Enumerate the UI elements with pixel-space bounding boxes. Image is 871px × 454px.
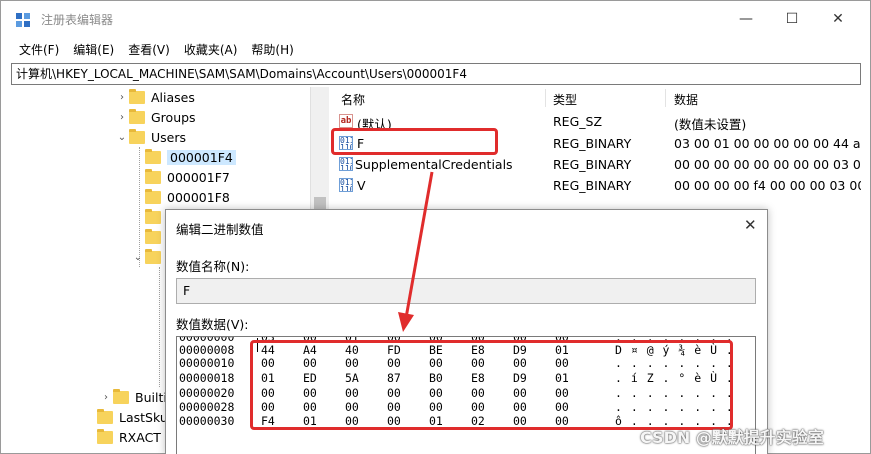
tree-item-label: Users (151, 129, 187, 145)
value-type: REG_SZ (553, 114, 603, 129)
hex-offset: 00000010 (179, 356, 235, 370)
folder-icon (129, 108, 145, 124)
column-header-data[interactable]: 数据 (674, 91, 698, 108)
folder-icon (145, 228, 161, 244)
value-data: (数值未设置) (674, 117, 747, 132)
column-divider[interactable] (545, 89, 546, 107)
tree-item-label: 000001F8 (167, 189, 230, 205)
tree-item-lastsku[interactable]: LastSku (83, 407, 168, 427)
tree-item-000001f7[interactable]: 000001F7 (131, 167, 230, 187)
address-bar[interactable]: 计算机\HKEY_LOCAL_MACHINE\SAM\SAM\Domains\A… (11, 63, 861, 85)
tree-item-hidden[interactable] (131, 207, 167, 227)
folder-icon (113, 388, 129, 404)
tree-item-000001f8[interactable]: 000001F8 (131, 187, 230, 207)
annotation-box-f-row (331, 128, 498, 155)
annotation-box-hex-data (250, 340, 733, 430)
hex-offset: 00000018 (179, 371, 235, 385)
tree-item-label: 000001F7 (167, 169, 230, 185)
value-type: REG_BINARY (553, 178, 632, 193)
tree-item-aliases[interactable]: › Aliases (115, 87, 195, 107)
tree-item-label: Builti (135, 389, 167, 405)
tree-scrollbar[interactable] (310, 87, 329, 217)
hex-offset: 00000030 (179, 414, 235, 428)
menu-help[interactable]: 帮助(H) (251, 39, 293, 61)
column-divider[interactable] (665, 89, 666, 107)
registry-app-icon (16, 13, 30, 27)
tree-item-builtin[interactable]: › Builti (99, 387, 167, 407)
binary-value-icon: 011110 (339, 178, 353, 192)
maximize-icon: ☐ (785, 11, 799, 27)
watermark: CSDN @默默提升实验室 (640, 428, 824, 447)
hex-offset: 00000028 (179, 400, 235, 414)
menu-bar: 文件(F) 编辑(E) 查看(V) 收藏夹(A) 帮助(H) (1, 39, 870, 61)
window-title: 注册表编辑器 (41, 13, 114, 27)
tree-item-groups[interactable]: › Groups (115, 107, 196, 127)
tree-item-hidden[interactable] (131, 227, 167, 247)
menu-view[interactable]: 查看(V) (128, 39, 170, 61)
string-value-icon: ab (339, 114, 353, 128)
tree-guide-line (159, 267, 160, 387)
tree-item-hidden[interactable]: ⌄ (131, 247, 167, 267)
chevron-right-icon[interactable]: › (115, 112, 129, 123)
value-data: 00 00 00 00 f4 00 00 00 03 00 0 (674, 178, 861, 193)
close-button[interactable]: ✕ (815, 1, 861, 37)
value-type: REG_BINARY (553, 157, 632, 172)
folder-icon (97, 428, 113, 444)
value-data-label: 数值数据(V): (176, 317, 249, 332)
chevron-right-icon[interactable]: › (115, 92, 129, 103)
tree-item-rxact[interactable]: RXACT (83, 427, 161, 447)
list-row-supplementalcredentials[interactable]: 011110 SupplementalCredentials REG_BINAR… (331, 154, 861, 175)
folder-icon (129, 128, 145, 144)
chevron-down-icon[interactable]: ⌄ (131, 252, 145, 263)
list-row-v[interactable]: 011110 V REG_BINARY 00 00 00 00 f4 00 00… (331, 175, 861, 196)
menu-file[interactable]: 文件(F) (19, 39, 59, 61)
folder-icon (145, 148, 161, 164)
tree-item-label: 000001F4 (167, 149, 236, 165)
minimize-icon: — (739, 11, 753, 27)
tree-item-label: RXACT (119, 429, 161, 445)
value-name: SupplementalCredentials (355, 157, 513, 172)
close-icon: ✕ (832, 11, 844, 27)
dialog-title: 编辑二进制数值 (176, 222, 264, 237)
value-name-label: 数值名称(N): (176, 259, 250, 274)
tree-item-label: LastSku (119, 409, 168, 425)
maximize-button[interactable]: ☐ (769, 1, 815, 37)
column-header-name[interactable]: 名称 (341, 91, 365, 108)
value-name: V (357, 178, 366, 193)
value-data: 00 00 00 00 00 00 00 00 03 00 0 (674, 157, 861, 172)
folder-icon (97, 408, 113, 424)
menu-favorites[interactable]: 收藏夹(A) (184, 39, 238, 61)
tree-item-000001f4[interactable]: 000001F4 (131, 147, 236, 167)
chevron-down-icon[interactable]: ⌄ (115, 132, 129, 143)
title-bar[interactable]: 注册表编辑器 — ☐ ✕ (1, 1, 870, 37)
value-name-field[interactable]: F (176, 278, 756, 304)
tree-item-users[interactable]: ⌄ Users (115, 127, 186, 147)
folder-icon (145, 168, 161, 184)
dialog-close-icon[interactable]: ✕ (744, 216, 757, 234)
hex-offset: 00000020 (179, 386, 235, 400)
folder-icon (145, 248, 161, 264)
hex-offset: 00000008 (179, 343, 235, 357)
value-type: REG_BINARY (553, 136, 632, 151)
menu-edit[interactable]: 编辑(E) (73, 39, 114, 61)
folder-icon (145, 208, 161, 224)
chevron-right-icon[interactable]: › (99, 392, 113, 403)
list-header: 名称 类型 数据 (331, 87, 861, 109)
column-header-type[interactable]: 类型 (553, 91, 577, 108)
folder-icon (145, 188, 161, 204)
minimize-button[interactable]: — (723, 1, 769, 37)
folder-icon (129, 88, 145, 104)
tree-item-label: Aliases (151, 89, 195, 105)
value-data: 03 00 01 00 00 00 00 00 44 a4 4 (674, 136, 861, 151)
tree-item-label: Groups (151, 109, 196, 125)
binary-value-icon: 011110 (339, 157, 353, 171)
